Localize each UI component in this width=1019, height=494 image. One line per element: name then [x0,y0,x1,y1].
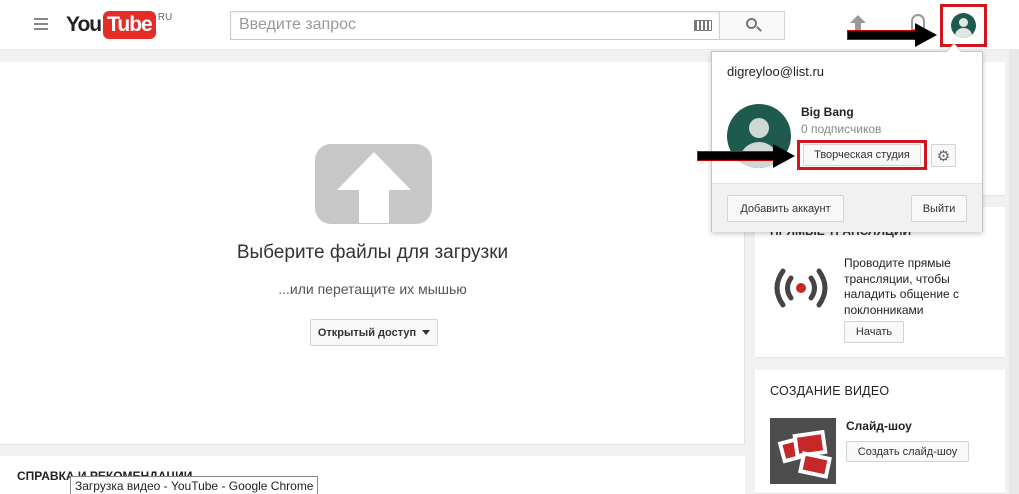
menu-icon[interactable] [34,18,48,30]
start-live-button[interactable]: Начать [844,321,904,343]
upload-card: Выберите файлы для загрузки ...или перет… [0,62,745,445]
search-button[interactable] [719,11,785,40]
subscriber-count: 0 подписчиков [801,122,882,136]
account-menu: digreyloo@list.ru Big Bang 0 подписчиков… [711,43,983,232]
avatar-icon[interactable] [951,13,976,38]
live-description: Проводите прямые трансляции, чтобы налад… [844,256,960,317]
live-broadcast-icon [774,268,828,308]
annotation-arrow-studio [697,144,797,168]
keyboard-icon[interactable] [694,20,712,31]
logo-region: RU [157,12,173,23]
privacy-label: Открытый доступ [317,326,417,339]
channel-name[interactable]: Big Bang [801,105,854,119]
logo-you-text: You [66,13,102,36]
logo-tube-text: Tube [103,11,156,39]
gear-icon[interactable]: ⚙ [931,144,956,167]
create-slideshow-button[interactable]: Создать слайд-шоу [846,441,969,462]
annotation-arrow-avatar [847,23,937,47]
add-account-button[interactable]: Добавить аккаунт [727,195,844,222]
search-input[interactable]: Введите запрос [230,11,719,40]
upload-subtitle: ...или перетащите их мышью [278,281,467,297]
create-title: СОЗДАНИЕ ВИДЕО [770,384,890,398]
account-menu-footer: Добавить аккаунт Выйти [712,183,982,232]
privacy-dropdown[interactable]: Открытый доступ [310,319,438,346]
tooltip: Загрузка видео - YouTube - Google Chrome [70,476,319,494]
caret-down-icon [422,330,431,335]
account-email: digreyloo@list.ru [727,64,825,79]
create-video-card: СОЗДАНИЕ ВИДЕО Слайд-шоу Создать слайд-ш… [755,370,1005,494]
upload-title: Выберите файлы для загрузки [236,242,509,263]
page-scrollbar[interactable] [1009,50,1019,494]
search-icon-handle [756,26,762,32]
menu-notch-inner [947,44,961,52]
logout-button[interactable]: Выйти [911,195,967,222]
creator-studio-button[interactable]: Творческая студия [803,144,921,166]
slideshow-thumbnail-icon[interactable] [770,418,836,484]
slideshow-label: Слайд-шоу [846,419,912,433]
avatar-highlight[interactable] [940,4,987,47]
youtube-logo[interactable]: You Tube RU [66,11,172,39]
upload-arrow-icon[interactable] [315,144,432,224]
